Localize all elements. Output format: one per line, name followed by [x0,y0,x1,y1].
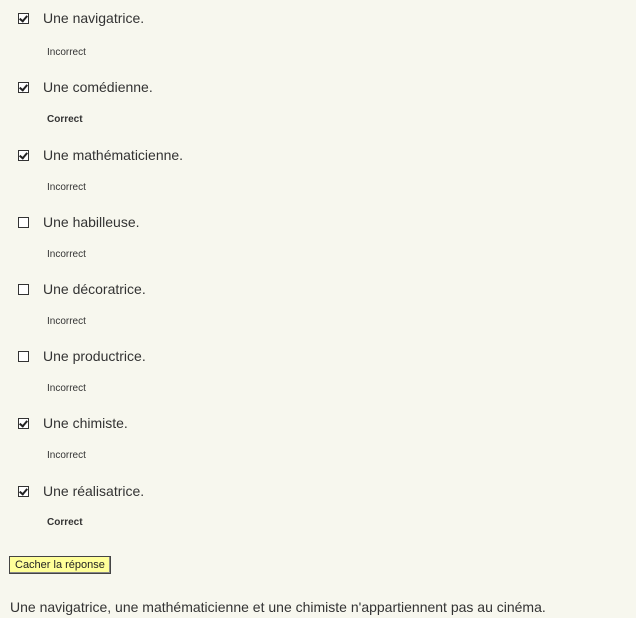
checkbox-habilleuse[interactable] [18,216,29,228]
feedback-comedienne: Correct [47,114,83,125]
hide-answer-button[interactable]: Cacher la réponse [9,556,111,574]
option-row-comedienne[interactable]: Une comédienne. [18,77,153,97]
option-label-comedienne: Une comédienne. [43,79,153,95]
quiz-panel: Une navigatrice. Incorrect Une comédienn… [0,0,636,618]
option-row-decoratrice[interactable]: Une décoratrice. [18,279,146,299]
option-label-productrice: Une productrice. [43,348,146,364]
option-label-mathematicienne: Une mathématicienne. [43,147,184,163]
feedback-mathematicienne: Incorrect [47,182,86,193]
feedback-habilleuse: Incorrect [47,249,86,260]
feedback-realisatrice: Correct [47,517,83,528]
option-label-decoratrice: Une décoratrice. [43,281,146,297]
answer-explanation: Une navigatrice, une mathématicienne et … [10,599,546,615]
feedback-chimiste: Incorrect [47,450,86,461]
option-label-chimiste: Une chimiste. [43,415,128,431]
option-row-realisatrice[interactable]: Une réalisatrice. [18,481,144,501]
checkbox-realisatrice[interactable] [18,485,29,497]
checkbox-comedienne[interactable] [18,81,29,93]
option-row-chimiste[interactable]: Une chimiste. [18,413,128,433]
option-label-navigatrice: Une navigatrice. [43,10,145,26]
checkbox-navigatrice[interactable] [18,12,29,24]
checkbox-decoratrice[interactable] [18,283,29,295]
option-label-realisatrice: Une réalisatrice. [43,483,145,499]
checkbox-chimiste[interactable] [18,417,29,429]
option-label-habilleuse: Une habilleuse. [43,214,140,230]
checkbox-productrice[interactable] [18,350,29,362]
option-row-mathematicienne[interactable]: Une mathématicienne. [18,145,183,165]
option-row-navigatrice[interactable]: Une navigatrice. [18,8,144,28]
option-row-habilleuse[interactable]: Une habilleuse. [18,212,140,232]
checkbox-mathematicienne[interactable] [18,149,29,161]
option-row-productrice[interactable]: Une productrice. [18,346,146,366]
feedback-productrice: Incorrect [47,383,86,394]
feedback-decoratrice: Incorrect [47,316,86,327]
feedback-navigatrice: Incorrect [47,47,86,58]
